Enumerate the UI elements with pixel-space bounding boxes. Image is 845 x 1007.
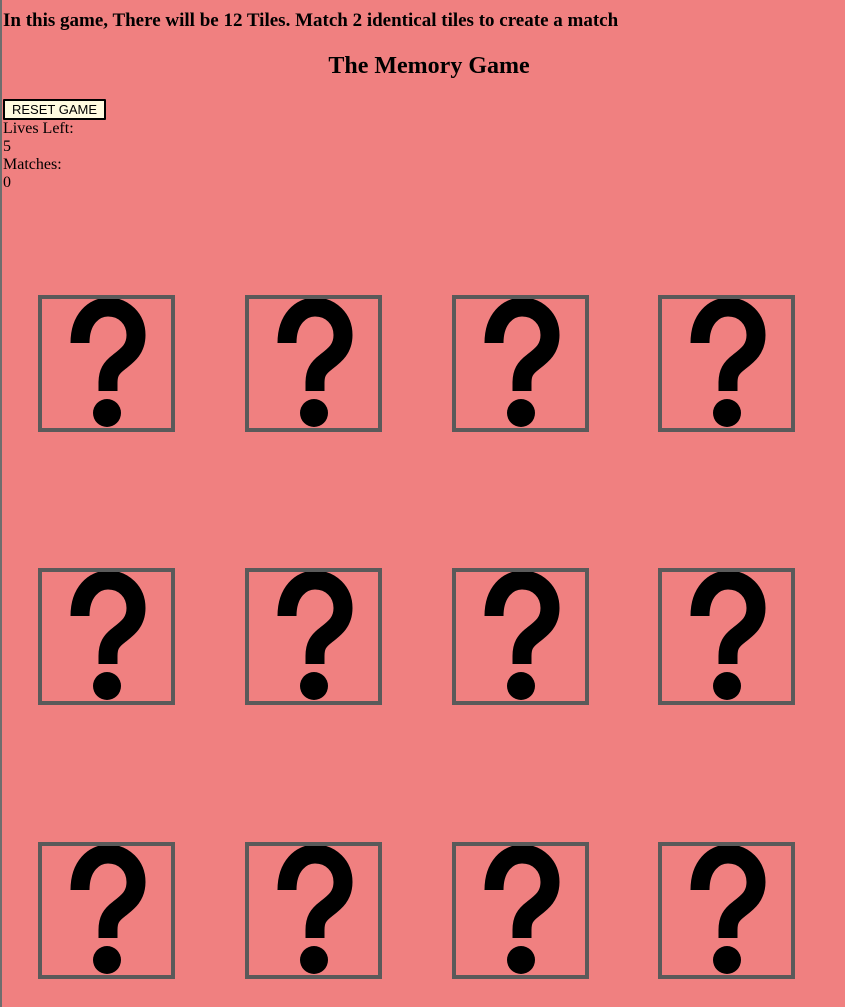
reset-game-button[interactable]: RESET GAME — [3, 99, 106, 120]
memory-tile[interactable] — [38, 842, 175, 979]
memory-tile[interactable] — [452, 568, 589, 705]
memory-tile[interactable] — [452, 842, 589, 979]
memory-tile[interactable] — [658, 842, 795, 979]
game-stats: Lives Left: 5 Matches: 0 — [3, 120, 74, 192]
matches-value: 0 — [3, 174, 11, 191]
memory-tile[interactable] — [658, 568, 795, 705]
matches-label: Matches: — [3, 156, 62, 173]
lives-left-label: Lives Left: — [3, 120, 74, 137]
memory-tile[interactable] — [245, 842, 382, 979]
game-instructions: In this game, There will be 12 Tiles. Ma… — [3, 10, 619, 31]
memory-tile[interactable] — [38, 295, 175, 432]
lives-left-value: 5 — [3, 138, 11, 155]
memory-tile[interactable] — [452, 295, 589, 432]
memory-tile[interactable] — [245, 568, 382, 705]
memory-tile[interactable] — [658, 295, 795, 432]
memory-tile[interactable] — [38, 568, 175, 705]
left-edge-divider — [0, 0, 2, 1007]
memory-tile[interactable] — [245, 295, 382, 432]
page-title: The Memory Game — [328, 53, 530, 79]
